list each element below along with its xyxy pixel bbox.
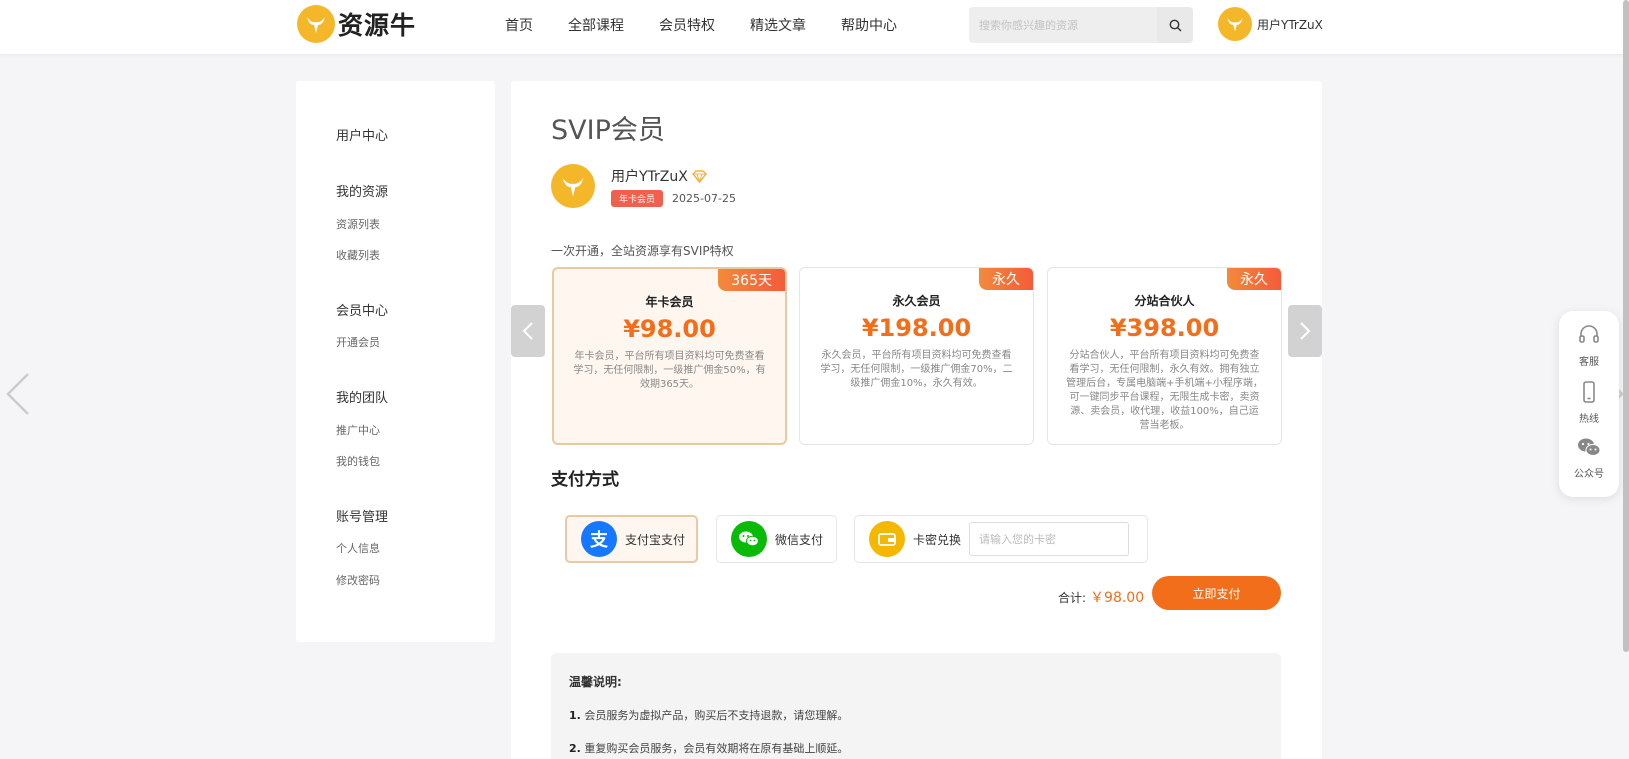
alipay-icon: 支 <box>581 521 617 557</box>
chevron-right-icon <box>1300 322 1311 340</box>
search-icon <box>1169 19 1181 31</box>
sidebar-item-open-vip[interactable]: 开通会员 <box>336 334 380 350</box>
notice-title: 温馨说明: <box>569 675 622 689</box>
total-amount: ￥98.00 <box>1090 590 1145 606</box>
carousel-prev-button[interactable] <box>511 305 545 357</box>
profile-card: 用户YTrZuX 年卡会员 2025-07-25 <box>551 164 736 208</box>
nav-articles[interactable]: 精选文章 <box>750 15 806 35</box>
plan-duration-tag: 365天 <box>718 269 785 291</box>
diamond-icon <box>692 169 707 183</box>
phone-icon <box>1583 381 1595 403</box>
plan-name: 分站合伙人 <box>1134 294 1195 308</box>
plan-price: ¥398.00 <box>1109 314 1220 342</box>
floating-service-panel: 客服 热线 公众号 <box>1559 311 1619 497</box>
headset-icon <box>1579 325 1599 343</box>
sidebar-group-resources: 我的资源 <box>336 185 389 200</box>
plan-card-partner[interactable]: 永久 分站合伙人 ¥398.00 分站合伙人，平台所有项目资料均可免费查看学习，… <box>1047 267 1282 445</box>
nav-help[interactable]: 帮助中心 <box>841 15 897 35</box>
pay-now-button[interactable]: 立即支付 <box>1152 576 1281 610</box>
sidebar-group-vip: 会员中心 <box>336 304 389 319</box>
wechat-pay-label: 微信支付 <box>775 532 824 547</box>
vip-intro-text: 一次开通，全站资源享有SVIP特权 <box>551 244 734 258</box>
user-menu[interactable]: 用户YTrZuX <box>1218 7 1323 41</box>
page-title: SVIP会员 <box>551 115 665 146</box>
alipay-label: 支付宝支付 <box>625 532 686 547</box>
official-account-label: 公众号 <box>1574 469 1604 480</box>
customer-service-label: 客服 <box>1579 357 1599 368</box>
hotline-button[interactable]: 热线 <box>1559 380 1619 425</box>
total-label: 合计: <box>1058 591 1087 605</box>
notice-text: 会员服务为虚拟产品，购买后不支持退款，请您理解。 <box>584 709 849 722</box>
sidebar-group-team: 我的团队 <box>336 391 389 406</box>
nav-home[interactable]: 首页 <box>505 15 533 35</box>
plan-name: 年卡会员 <box>645 295 694 309</box>
hotline-label: 热线 <box>1579 414 1599 425</box>
search-button[interactable] <box>1157 7 1193 43</box>
sidebar-group-account: 账号管理 <box>336 510 389 525</box>
status-badge: 年卡会员 <box>611 190 664 207</box>
main-nav: 首页 全部课程 会员特权 精选文章 帮助中心 <box>505 0 932 50</box>
site-logo[interactable]: 资源牛 <box>297 5 416 43</box>
card-wallet-icon <box>869 521 905 557</box>
customer-service-button[interactable]: 客服 <box>1559 323 1619 368</box>
alipay-option[interactable]: 支 支付宝支付 <box>565 515 698 563</box>
page-prev-arrow[interactable] <box>4 372 32 420</box>
plan-card-annual[interactable]: 365天 年卡会员 ¥98.00 年卡会员，平台所有项目资料均可免费查看学习，无… <box>552 267 787 445</box>
sidebar-item-promotion[interactable]: 推广中心 <box>336 422 380 438</box>
card-code-input[interactable] <box>969 522 1130 556</box>
nav-vip-privileges[interactable]: 会员特权 <box>659 15 715 35</box>
plan-description: 年卡会员，平台所有项目资料均可免费查看学习，无任何限制，一级推广佣金50%，有效… <box>573 351 766 390</box>
nav-all-courses[interactable]: 全部课程 <box>568 15 624 35</box>
main-panel: SVIP会员 用户YTrZuX 年卡会员 2025-07-25 一次开通，全站资… <box>511 81 1322 759</box>
plan-card-lifetime[interactable]: 永久 永久会员 ¥198.00 永久会员，平台所有项目资料均可免费查看学习，无任… <box>799 267 1034 445</box>
notice-box: 温馨说明: 1. 会员服务为虚拟产品，购买后不支持退款，请您理解。 2. 重复购… <box>551 653 1281 759</box>
sidebar-title[interactable]: 用户中心 <box>336 125 388 144</box>
payment-section-title: 支付方式 <box>551 470 619 490</box>
search-box <box>969 7 1193 43</box>
card-redeem-label: 卡密兑换 <box>913 532 962 547</box>
plan-description: 永久会员，平台所有项目资料均可免费查看学习，无任何限制，一级推广佣金70%，二级… <box>820 350 1013 389</box>
vip-expiry-date: 2025-07-25 <box>672 192 736 205</box>
order-total: 合计: ￥98.00 <box>1058 587 1144 607</box>
plan-duration-tag: 永久 <box>979 268 1033 290</box>
chevron-left-icon <box>522 322 533 340</box>
sidebar-item-wallet[interactable]: 我的钱包 <box>336 453 380 469</box>
notice-number: 2. <box>569 742 581 755</box>
sidebar-item-change-password[interactable]: 修改密码 <box>336 572 380 588</box>
plan-price: ¥198.00 <box>861 314 972 342</box>
top-header: 资源牛 首页 全部课程 会员特权 精选文章 帮助中心 用户YTrZuX <box>0 0 1629 54</box>
wechat-icon <box>731 521 767 557</box>
profile-name: 用户YTrZuX <box>611 169 688 185</box>
sidebar-item-resource-list[interactable]: 资源列表 <box>336 216 380 232</box>
search-input[interactable] <box>969 7 1157 43</box>
plan-name: 永久会员 <box>892 294 941 308</box>
plan-description: 分站合伙人，平台所有项目资料均可免费查看学习，无任何限制，永久有效。拥有独立管理… <box>1066 350 1263 431</box>
sidebar: 用户中心 我的资源 资源列表 收藏列表 会员中心 开通会员 我的团队 推广中心 … <box>296 81 495 642</box>
sidebar-item-profile[interactable]: 个人信息 <box>336 540 380 556</box>
plan-duration-tag: 永久 <box>1227 268 1281 290</box>
notice-item: 2. 重复购买会员服务，会员有效期将在原有基础上顺延。 <box>569 740 1263 756</box>
chevron-left-icon <box>6 373 29 415</box>
scrollbar[interactable] <box>1623 0 1629 652</box>
official-account-button[interactable]: 公众号 <box>1559 437 1619 480</box>
avatar <box>551 164 595 208</box>
notice-number: 1. <box>569 709 581 722</box>
logo-text: 资源牛 <box>338 11 417 40</box>
notice-item: 1. 会员服务为虚拟产品，购买后不支持退款，请您理解。 <box>569 707 1263 723</box>
sidebar-item-favorites[interactable]: 收藏列表 <box>336 247 380 263</box>
card-redeem-option[interactable]: 卡密兑换 <box>854 515 1148 563</box>
carousel-next-button[interactable] <box>1288 305 1322 357</box>
user-name: 用户YTrZuX <box>1257 17 1323 32</box>
wechat-pay-option[interactable]: 微信支付 <box>716 515 837 563</box>
notice-text: 重复购买会员服务，会员有效期将在原有基础上顺延。 <box>584 742 849 755</box>
logo-bull-icon <box>297 5 335 43</box>
avatar <box>1218 7 1252 41</box>
plan-price: ¥98.00 <box>623 315 716 343</box>
wechat-icon <box>1578 438 1601 456</box>
